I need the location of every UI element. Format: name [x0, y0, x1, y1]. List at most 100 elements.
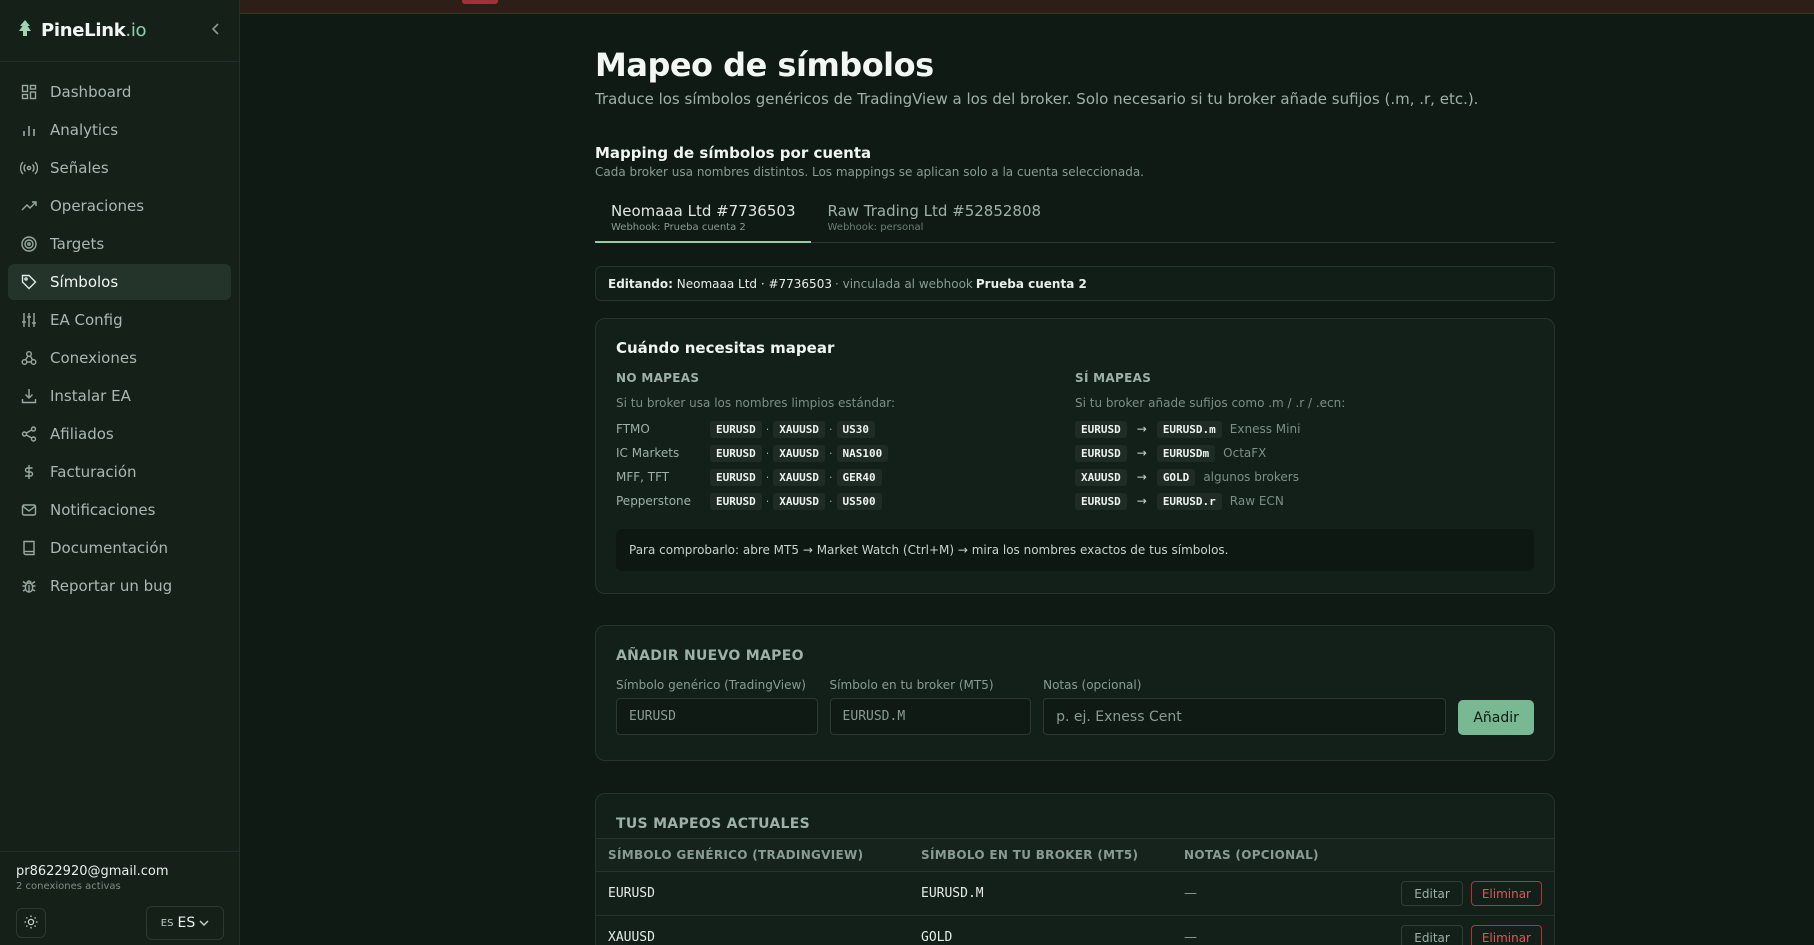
- banner-badge: [462, 0, 498, 4]
- pine-tree-icon: [18, 19, 32, 42]
- symbol-chip: XAUUSD: [773, 492, 825, 510]
- sidebar-item-label: Señales: [50, 159, 109, 177]
- brand-name: PineLink.io: [41, 20, 147, 41]
- when-to-map-card: Cuándo necesitas mapear NO MAPEAS Si tu …: [595, 318, 1555, 594]
- sidebar-item-label: Símbolos: [50, 273, 119, 291]
- target-icon: [20, 235, 38, 253]
- section-subtitle: Cada broker usa nombres distintos. Los m…: [595, 165, 1144, 179]
- notes-field: Notas (opcional) p. ej. Exness Cent: [1043, 678, 1447, 735]
- tab-label: Raw Trading Ltd #52852808: [827, 202, 1042, 220]
- sidebar-item-instalar-ea[interactable]: Instalar EA: [8, 378, 231, 414]
- broker-symbol-input[interactable]: EURUSD.M: [829, 698, 1032, 735]
- editing-mid: · vinculada al webhook: [834, 276, 973, 291]
- generic-symbol-cell: XAUUSD: [608, 930, 655, 945]
- no-map-desc: Si tu broker usa los nombres limpios est…: [616, 396, 896, 410]
- brand-header: PineLink.io: [0, 0, 239, 62]
- current-mappings-title: TUS MAPEOS ACTUALES: [616, 816, 811, 832]
- edit-button[interactable]: Editar: [1401, 925, 1463, 945]
- sidebar-item-simbolos[interactable]: Símbolos: [8, 264, 231, 300]
- collapse-sidebar-icon[interactable]: [211, 22, 221, 39]
- language-selector[interactable]: ES ES: [146, 906, 224, 940]
- symbol-chip: GOLD: [1156, 468, 1196, 486]
- sidebar-item-targets[interactable]: Targets: [8, 226, 231, 262]
- generic-symbol-label: Símbolo genérico (TradingView): [616, 678, 806, 692]
- notes-cell: —: [1184, 930, 1197, 945]
- editing-prefix: Editando:: [608, 276, 673, 291]
- broker-name: FTMO: [616, 422, 650, 436]
- tab-label: Neomaaa Ltd #7736503: [611, 202, 796, 220]
- symbol-chip: EURUSD: [1075, 492, 1127, 510]
- symbol-chip: NAS100: [836, 444, 889, 462]
- table-header: SÍMBOLO GENÉRICO (TRADINGVIEW) SÍMBOLO E…: [596, 838, 1554, 871]
- generic-symbol-field: Símbolo genérico (TradingView) EURUSD: [616, 678, 818, 735]
- sidebar-nav: Dashboard Analytics Señales Operaciones …: [0, 62, 239, 604]
- language-code: ES: [177, 915, 196, 931]
- sidebar-item-conexiones[interactable]: Conexiones: [8, 340, 231, 376]
- broker-name: Pepperstone: [616, 494, 692, 508]
- broker-note: Raw ECN: [1229, 494, 1284, 508]
- sidebar-item-notificaciones[interactable]: Notificaciones: [8, 492, 231, 528]
- sidebar-item-operaciones[interactable]: Operaciones: [8, 188, 231, 224]
- add-mapping-button[interactable]: Añadir: [1458, 700, 1535, 735]
- generic-symbol-input[interactable]: EURUSD: [616, 698, 818, 735]
- sidebar-item-facturacion[interactable]: Facturación: [8, 454, 231, 490]
- download-icon: [20, 387, 38, 405]
- sidebar-item-senales[interactable]: Señales: [8, 150, 231, 186]
- symbol-chip: EURUSD: [710, 468, 762, 486]
- sidebar-item-dashboard[interactable]: Dashboard: [8, 74, 231, 110]
- bug-icon: [20, 577, 38, 595]
- symbol-chip: XAUUSD: [773, 468, 825, 486]
- tab-account-neomaaa[interactable]: Neomaaa Ltd #7736503 Webhook: Prueba cue…: [595, 192, 812, 243]
- sidebar-item-reportar-bug[interactable]: Reportar un bug: [8, 568, 231, 604]
- notes-label: Notas (opcional): [1043, 678, 1142, 692]
- symbol-chip: US500: [836, 492, 882, 510]
- generic-symbol-cell: EURUSD: [608, 886, 655, 901]
- editing-account: Neomaaa Ltd · #7736503: [676, 276, 832, 291]
- tab-account-raw-trading[interactable]: Raw Trading Ltd #52852808 Webhook: perso…: [811, 192, 1057, 243]
- tip-box: Para comprobarlo: abre MT5 → Market Watc…: [616, 529, 1534, 571]
- when-title: Cuándo necesitas mapear: [616, 339, 835, 357]
- page-subtitle: Traduce los símbolos genéricos de Tradin…: [595, 90, 1479, 108]
- account-tabs: Neomaaa Ltd #7736503 Webhook: Prueba cue…: [595, 192, 1555, 243]
- sliders-icon: [20, 311, 38, 329]
- dollar-icon: [20, 463, 38, 481]
- sidebar-item-label: Dashboard: [50, 83, 132, 101]
- book-icon: [20, 539, 38, 557]
- edit-button[interactable]: Editar: [1401, 881, 1463, 906]
- add-mapping-title: AÑADIR NUEVO MAPEO: [616, 648, 804, 664]
- mail-icon: [20, 501, 38, 519]
- delete-button[interactable]: Eliminar: [1470, 925, 1542, 945]
- broker-symbol-field: Símbolo en tu broker (MT5) EURUSD.M: [829, 678, 1032, 735]
- theme-toggle-button[interactable]: [16, 908, 46, 938]
- notes-cell: —: [1184, 886, 1197, 901]
- broker-symbol-label: Símbolo en tu broker (MT5): [829, 678, 994, 692]
- connections-count: 2 conexiones activas: [16, 881, 121, 892]
- sidebar-item-label: Targets: [50, 235, 105, 253]
- sidebar: PineLink.io Dashboard Analytics Señales …: [0, 0, 240, 945]
- tab-webhook: Webhook: Prueba cuenta 2: [611, 222, 746, 233]
- broker-symbol-cell: GOLD: [921, 930, 953, 945]
- no-map-row: FTMO EURUSD · XAUUSD · US30: [616, 417, 1075, 441]
- broker-note: Exness Mini: [1229, 422, 1301, 436]
- arrow-right-icon: →: [1136, 422, 1147, 436]
- user-email: pr8622920@gmail.com: [16, 864, 169, 879]
- top-banner: [240, 0, 1814, 14]
- delete-button[interactable]: Eliminar: [1470, 881, 1542, 906]
- section-title: Mapping de símbolos por cuenta: [595, 144, 872, 162]
- symbol-chip: GER40: [836, 468, 882, 486]
- broker-note: OctaFX: [1223, 446, 1267, 460]
- broker-name: IC Markets: [616, 446, 680, 460]
- yes-map-heading: SÍ MAPEAS: [1075, 371, 1152, 385]
- language-flag: ES: [160, 917, 174, 929]
- chevron-down-icon: [199, 915, 209, 931]
- sidebar-item-afiliados[interactable]: Afiliados: [8, 416, 231, 452]
- sidebar-item-analytics[interactable]: Analytics: [8, 112, 231, 148]
- notes-input[interactable]: p. ej. Exness Cent: [1043, 698, 1447, 735]
- sidebar-item-documentacion[interactable]: Documentación: [8, 530, 231, 566]
- sidebar-item-label: Documentación: [50, 539, 169, 557]
- sidebar-item-label: EA Config: [50, 311, 123, 329]
- no-map-row: Pepperstone EURUSD · XAUUSD · US500: [616, 489, 1075, 513]
- dashboard-icon: [20, 83, 38, 101]
- sidebar-item-label: Facturación: [50, 463, 137, 481]
- sidebar-item-ea-config[interactable]: EA Config: [8, 302, 231, 338]
